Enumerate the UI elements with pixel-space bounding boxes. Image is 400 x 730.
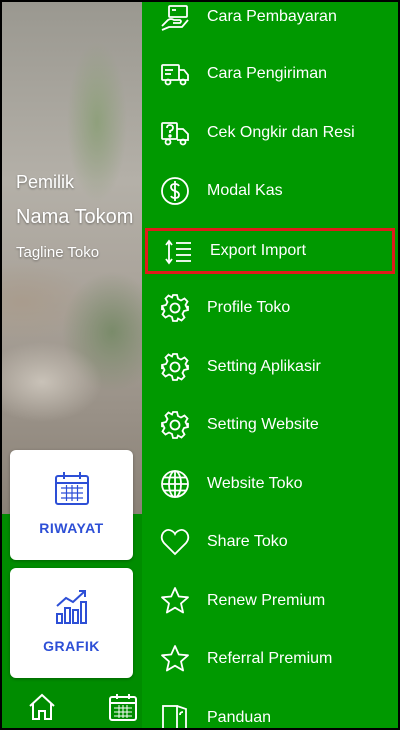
navigation-drawer: Cara Pembayaran Cara Pengiriman Cek Ongk… xyxy=(142,2,398,728)
menu-label: Profile Toko xyxy=(207,299,291,316)
store-name: Nama Tokom xyxy=(16,206,134,228)
menu-label: Cara Pembayaran xyxy=(207,8,337,25)
menu-item-modal-kas[interactable]: Modal Kas xyxy=(142,166,392,216)
grafik-label: GRAFIK xyxy=(43,638,100,654)
star-icon xyxy=(160,644,190,674)
menu-label: Referral Premium xyxy=(207,650,333,667)
menu-item-renew-premium[interactable]: Renew Premium xyxy=(142,576,392,626)
payment-hand-icon xyxy=(160,2,190,32)
menu-item-share-toko[interactable]: Share Toko xyxy=(142,517,392,567)
bar-chart-icon xyxy=(53,588,91,626)
grafik-card[interactable]: GRAFIK xyxy=(10,568,133,678)
calendar-icon[interactable] xyxy=(108,692,138,722)
main-screen-behind-drawer: Pemilik Nama Tokom Tagline Toko RIWAYAT … xyxy=(2,2,142,728)
menu-label: Export Import xyxy=(210,242,307,259)
menu-item-cek-ongkir[interactable]: Cek Ongkir dan Resi xyxy=(142,108,392,158)
menu-label: Cek Ongkir dan Resi xyxy=(207,124,355,141)
menu-item-cara-pengiriman[interactable]: Cara Pengiriman xyxy=(142,49,392,99)
star-icon xyxy=(160,586,190,616)
menu-item-export-import[interactable]: Export Import xyxy=(145,228,395,274)
gear-icon xyxy=(160,293,190,323)
sort-list-icon xyxy=(163,237,193,267)
menu-label: Cara Pengiriman xyxy=(207,65,328,82)
question-truck-icon xyxy=(160,118,190,148)
riwayat-card[interactable]: RIWAYAT xyxy=(10,450,133,560)
riwayat-label: RIWAYAT xyxy=(39,520,104,536)
menu-item-cara-pembayaran[interactable]: Cara Pembayaran xyxy=(142,2,392,42)
dollar-circle-icon xyxy=(160,176,190,206)
menu-item-website-toko[interactable]: Website Toko xyxy=(142,459,392,509)
globe-icon xyxy=(160,469,190,499)
store-tagline: Tagline Toko xyxy=(16,244,100,261)
menu-label: Renew Premium xyxy=(207,592,326,609)
menu-label: Setting Aplikasir xyxy=(207,358,321,375)
menu-item-setting-website[interactable]: Setting Website xyxy=(142,400,392,450)
menu-label: Modal Kas xyxy=(207,182,283,199)
menu-label: Setting Website xyxy=(207,416,319,433)
guide-door-icon xyxy=(160,703,190,728)
owner-label: Pemilik xyxy=(16,172,75,192)
gear-icon xyxy=(160,352,190,382)
gear-icon xyxy=(160,410,190,440)
app-frame: Pemilik Nama Tokom Tagline Toko RIWAYAT … xyxy=(0,0,400,730)
delivery-truck-icon xyxy=(160,59,190,89)
menu-label: Share Toko xyxy=(207,533,288,550)
menu-item-panduan[interactable]: Panduan xyxy=(142,693,392,728)
menu-label: Website Toko xyxy=(207,475,303,492)
menu-label: Panduan xyxy=(207,709,272,726)
heart-icon xyxy=(160,527,190,557)
menu-item-referral-premium[interactable]: Referral Premium xyxy=(142,634,392,684)
menu-item-setting-aplikasir[interactable]: Setting Aplikasir xyxy=(142,342,392,392)
home-icon[interactable] xyxy=(27,692,57,722)
menu-item-profile-toko[interactable]: Profile Toko xyxy=(142,283,392,333)
calendar-icon xyxy=(53,470,91,508)
